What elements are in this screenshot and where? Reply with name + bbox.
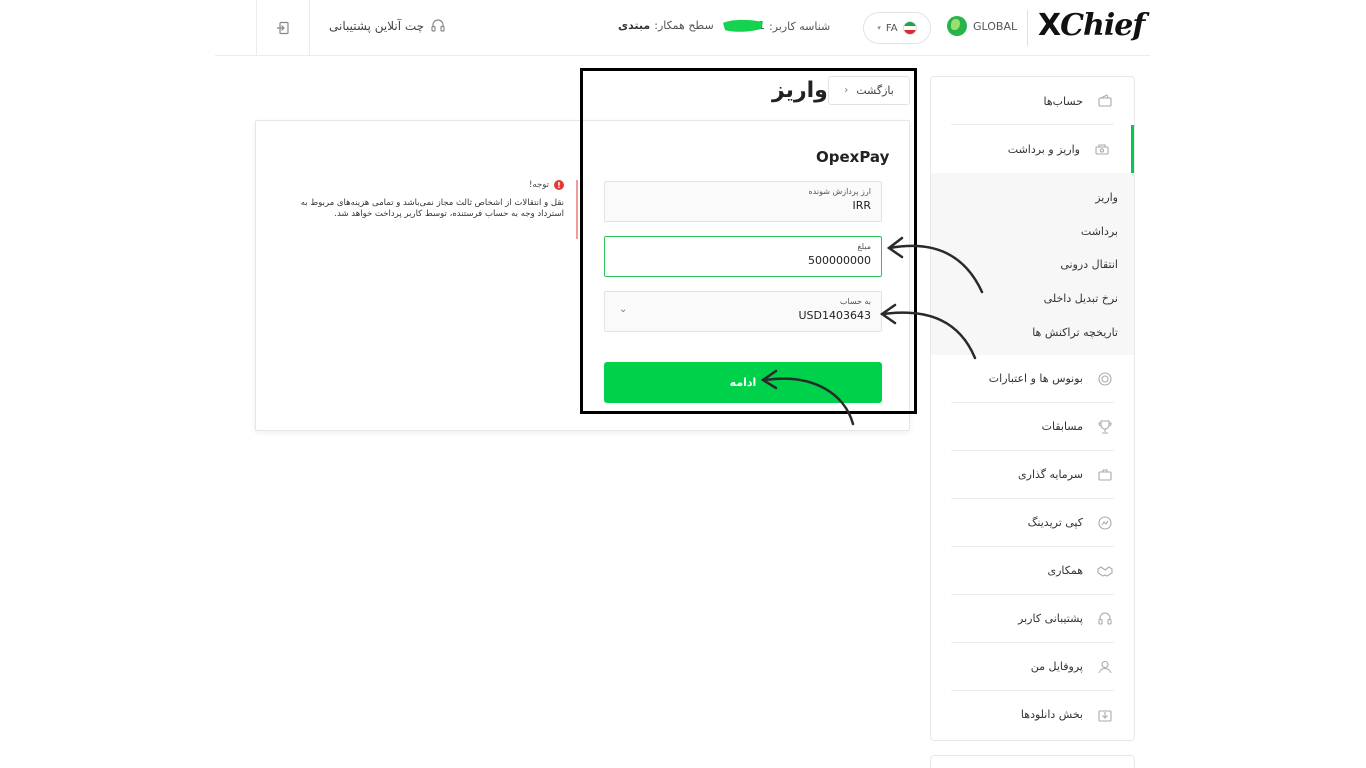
language-code: FA — [885, 22, 898, 34]
submenu-item-withdraw[interactable]: برداشت — [931, 215, 1134, 249]
header-divider — [1027, 10, 1028, 46]
submenu-item-transaction-history[interactable]: تاریخچه تراکنش ها — [931, 315, 1134, 349]
headset-icon — [431, 19, 445, 32]
iran-flag-icon — [902, 21, 917, 35]
submenu-item-internal-transfer[interactable]: انتقال درونی — [931, 248, 1134, 282]
partner-level: سطح همکار: مبتدی — [618, 19, 714, 32]
partner-level-label: سطح همکار: — [654, 19, 714, 32]
sidebar-item-partnership[interactable]: همکاری — [931, 547, 1134, 595]
briefcase-icon — [1097, 467, 1113, 483]
logout-button[interactable] — [256, 0, 310, 56]
handshake-icon — [1097, 563, 1113, 579]
notice-title: توجه! — [529, 180, 549, 190]
sidebar-item-contests[interactable]: مسابقات — [931, 403, 1134, 451]
notice-body: نقل و انتقالات از اشخاص ثالث مجاز نمی‌با… — [300, 198, 564, 219]
submenu-item-deposit[interactable]: واریز — [931, 181, 1134, 215]
region-label: GLOBAL — [973, 19, 1018, 33]
sidebar-secondary-panel — [930, 755, 1135, 768]
sidebar-item-deposit-withdraw[interactable]: واریز و برداشت — [931, 125, 1134, 173]
gift-icon — [1097, 371, 1113, 387]
sidebar-item-profile[interactable]: پروفایل من — [931, 643, 1134, 691]
sidebar-item-label: حساب‌ها — [1043, 94, 1083, 108]
notice-box: ! توجه! نقل و انتقالات از اشخاص ثالث مجا… — [280, 180, 578, 239]
sidebar-item-downloads[interactable]: بخش دانلودها — [931, 691, 1134, 739]
logo-text: Chief — [1060, 8, 1145, 43]
sidebar-item-label: واریز و برداشت — [1007, 142, 1080, 156]
top-header: چت آنلاین پشتیبانی سطح همکار: مبتدی شناس… — [215, 0, 1150, 56]
user-id-redaction: 0221 — [723, 19, 765, 33]
wallet-icon — [1097, 93, 1113, 109]
sidebar-item-accounts[interactable]: حساب‌ها — [931, 77, 1134, 125]
sidebar-item-label: بخش دانلودها — [1020, 708, 1083, 722]
alert-icon: ! — [554, 180, 564, 190]
online-support-chat-link[interactable]: چت آنلاین پشتیبانی — [329, 18, 446, 34]
submenu-item-internal-rate[interactable]: نرخ تبدیل داخلی — [931, 282, 1134, 316]
user-id: شناسه کاربر: 0221 — [723, 19, 830, 33]
logout-icon — [277, 21, 289, 35]
sidebar: حساب‌ها واریز و برداشت واریز برداشت انتق… — [930, 76, 1135, 741]
trophy-icon — [1097, 419, 1113, 435]
user-icon — [1097, 659, 1113, 675]
support-label: چت آنلاین پشتیبانی — [329, 19, 425, 33]
user-id-label: شناسه کاربر: — [769, 19, 831, 33]
deposit-withdraw-submenu: واریز برداشت انتقال درونی نرخ تبدیل داخل… — [931, 173, 1134, 355]
region-selector[interactable]: GLOBAL — [947, 16, 1017, 36]
sidebar-item-investment[interactable]: سرمایه گذاری — [931, 451, 1134, 499]
sidebar-item-user-support[interactable]: پشتیبانی کاربر — [931, 595, 1134, 643]
language-selector[interactable]: ▾ FA — [863, 12, 931, 44]
sidebar-item-label: همکاری — [1047, 564, 1083, 578]
sidebar-item-label: سرمایه گذاری — [1018, 468, 1083, 482]
cash-icon — [1094, 141, 1110, 157]
annotation-highlight-box — [580, 68, 917, 414]
sidebar-item-label: کپی تریدینگ — [1027, 516, 1083, 530]
partner-level-value: مبتدی — [618, 19, 651, 32]
download-icon — [1097, 707, 1113, 723]
globe-icon — [947, 16, 967, 36]
chevron-down-icon: ▾ — [877, 24, 881, 32]
sidebar-item-label: بونوس ها و اعتبارات — [988, 372, 1083, 386]
copy-trading-icon — [1097, 515, 1113, 531]
logo-x: X — [1038, 8, 1061, 43]
notice-header: ! توجه! — [280, 180, 564, 190]
sidebar-item-label: پروفایل من — [1030, 660, 1083, 674]
headset-icon — [1097, 611, 1113, 627]
sidebar-item-label: پشتیبانی کاربر — [1018, 612, 1083, 626]
sidebar-item-label: مسابقات — [1041, 420, 1083, 434]
xchief-logo[interactable]: XChief — [1038, 8, 1145, 43]
sidebar-item-copy-trading[interactable]: کپی تریدینگ — [931, 499, 1134, 547]
sidebar-item-bonuses[interactable]: بونوس ها و اعتبارات — [931, 355, 1134, 403]
